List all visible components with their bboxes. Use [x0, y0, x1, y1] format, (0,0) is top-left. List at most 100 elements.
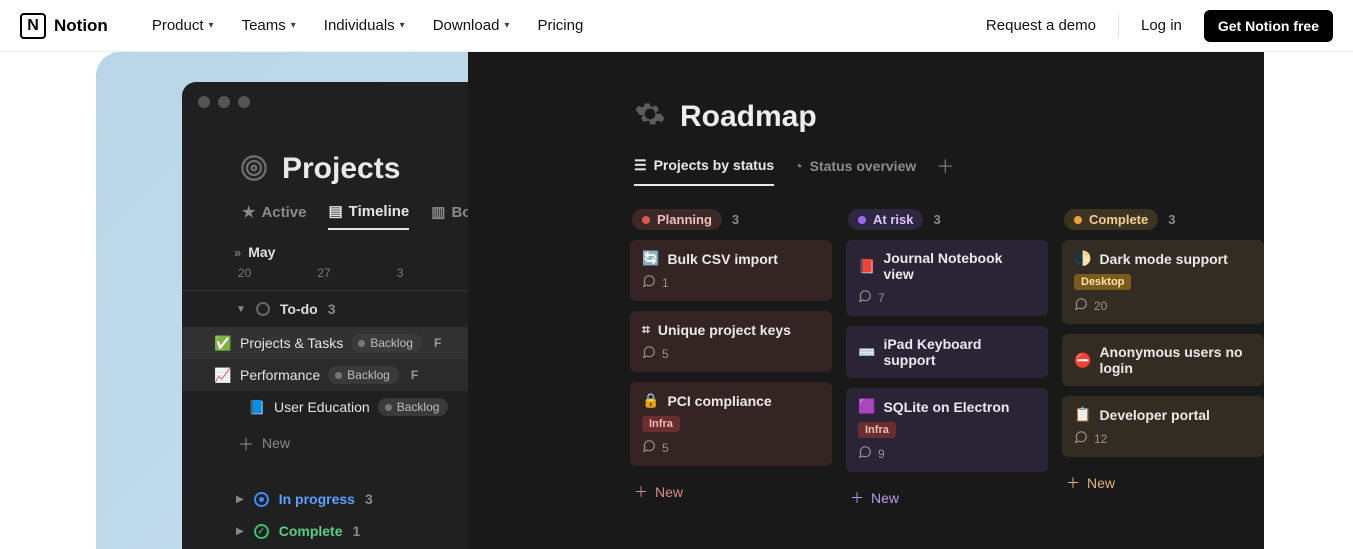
- comment-icon: [1074, 430, 1088, 447]
- notion-logo-icon: N: [20, 13, 46, 39]
- card[interactable]: 🟪 SQLite on Electron Infra 9: [846, 388, 1048, 472]
- card-title: Journal Notebook view: [883, 250, 1036, 282]
- nav-right: Request a demo Log in Get Notion free: [986, 10, 1333, 42]
- comment-count: 7: [858, 289, 1036, 306]
- tab-projects-by-status[interactable]: ☰ Projects by status: [634, 157, 774, 186]
- card[interactable]: 📕Journal Notebook view 7: [846, 240, 1048, 316]
- nav-individuals[interactable]: Individuals▾: [324, 17, 405, 34]
- comment-count: 12: [1074, 430, 1252, 447]
- comment-count: 1: [642, 274, 820, 291]
- add-card-button[interactable]: ＋New: [846, 482, 1048, 514]
- group-complete[interactable]: ▶ Complete 1: [182, 513, 468, 545]
- nav-pricing[interactable]: Pricing: [537, 17, 583, 34]
- comment-icon: [1074, 297, 1088, 314]
- projects-view-tabs: ★Active ▤Timeline ▥Board: [182, 196, 468, 230]
- comment-icon: [642, 439, 656, 456]
- chevron-down-icon: ▾: [209, 20, 214, 31]
- dot-icon: [385, 404, 392, 411]
- gear-icon: [634, 98, 666, 135]
- card[interactable]: 📋Developer portal 12: [1062, 396, 1264, 457]
- card-title: SQLite on Electron: [883, 399, 1009, 415]
- pie-chart-icon: ◔: [794, 158, 802, 174]
- nav-items: Product▾ Teams▾ Individuals▾ Download▾ P…: [152, 17, 583, 34]
- status-pill-at-risk[interactable]: At risk: [848, 209, 923, 230]
- comment-icon: [642, 345, 656, 362]
- comment-count: 5: [642, 345, 820, 362]
- roadmap-title: Roadmap: [680, 100, 817, 134]
- task-name: Performance: [240, 367, 320, 383]
- group-todo[interactable]: ▼ To-do 3: [182, 290, 468, 327]
- triangle-down-icon: ▼: [236, 304, 246, 315]
- tag-infra: Infra: [642, 416, 680, 432]
- card[interactable]: 🔒PCI compliance Infra 5: [630, 382, 832, 466]
- traffic-light-icon: [198, 96, 210, 108]
- tab-active[interactable]: ★Active: [242, 202, 306, 230]
- task-row[interactable]: 📘 User Education Backlog: [182, 391, 468, 423]
- dot-icon: [1074, 216, 1082, 224]
- no-entry-icon: ⛔: [1074, 352, 1091, 369]
- login-link[interactable]: Log in: [1141, 17, 1182, 34]
- task-row[interactable]: ✅ Projects & Tasks Backlog F: [182, 327, 468, 359]
- tag-infra: Infra: [858, 422, 896, 438]
- tab-timeline[interactable]: ▤Timeline: [328, 202, 409, 230]
- column-header: Complete 3: [1062, 209, 1264, 230]
- column-complete: Complete 3 🌓Dark mode support Desktop 20…: [1062, 209, 1264, 514]
- nav-teams[interactable]: Teams▾: [242, 17, 296, 34]
- timeline-month[interactable]: » May: [182, 230, 468, 262]
- hero-stage: Projects ★Active ▤Timeline ▥Board » May …: [96, 52, 1264, 549]
- get-notion-button[interactable]: Get Notion free: [1204, 10, 1333, 42]
- database-icon: 🟪: [858, 398, 875, 415]
- new-task-button[interactable]: ＋ New: [182, 423, 468, 463]
- tab-board[interactable]: ▥Board: [431, 202, 468, 230]
- roadmap-window: Roadmap ☰ Projects by status ◔ Status ov…: [468, 52, 1264, 549]
- date-label: 3: [397, 266, 404, 280]
- refresh-icon: 🔄: [642, 250, 659, 267]
- card[interactable]: ⌗Unique project keys 5: [630, 311, 832, 372]
- nav-product[interactable]: Product▾: [152, 17, 214, 34]
- group-in-progress[interactable]: ▶ In progress 3: [182, 481, 468, 513]
- projects-header: Projects: [182, 112, 468, 196]
- board-icon: ▥: [431, 203, 445, 221]
- card[interactable]: ⛔ Anonymous users no login: [1062, 334, 1264, 386]
- dot-icon: [335, 372, 342, 379]
- comment-count: 9: [858, 445, 1036, 462]
- double-chevron-icon: »: [234, 245, 238, 260]
- card[interactable]: ⌨️iPad Keyboard support: [846, 326, 1048, 378]
- brand-name: Notion: [54, 16, 108, 36]
- status-pill: Backlog: [351, 334, 422, 352]
- comment-icon: [858, 289, 872, 306]
- column-header: Planning 3: [630, 209, 832, 230]
- add-view-button[interactable]: ＋: [936, 153, 954, 189]
- assignee-letter: F: [411, 368, 418, 382]
- add-card-button[interactable]: ＋New: [630, 476, 832, 508]
- plus-icon: ＋: [634, 482, 648, 502]
- add-card-button[interactable]: ＋New: [1062, 467, 1264, 499]
- status-pill-complete[interactable]: Complete: [1064, 209, 1158, 230]
- divider: [1118, 15, 1119, 37]
- task-row[interactable]: 📈 Performance Backlog F: [182, 359, 468, 391]
- dot-icon: [858, 216, 866, 224]
- plus-icon: ＋: [850, 488, 864, 508]
- status-pill-planning[interactable]: Planning: [632, 209, 722, 230]
- status-complete-icon: [254, 524, 269, 539]
- card[interactable]: 🌓Dark mode support Desktop 20: [1062, 240, 1264, 324]
- card[interactable]: 🔄Bulk CSV import 1: [630, 240, 832, 301]
- card-title: Anonymous users no login: [1099, 344, 1252, 376]
- dot-icon: [642, 216, 650, 224]
- timeline-dates: 20 27 3: [182, 262, 468, 290]
- chevron-down-icon: ▾: [400, 20, 405, 31]
- status-progress-icon: [254, 492, 269, 507]
- comment-icon: [642, 274, 656, 291]
- comment-count: 20: [1074, 297, 1252, 314]
- status-circle-icon: [256, 302, 270, 316]
- date-label: 27: [317, 266, 330, 280]
- tab-status-overview[interactable]: ◔ Status overview: [794, 158, 916, 184]
- status-pill: Backlog: [378, 398, 449, 416]
- nav-download[interactable]: Download▾: [433, 17, 510, 34]
- hash-icon: ⌗: [642, 321, 650, 338]
- traffic-light-icon: [218, 96, 230, 108]
- plus-icon: ＋: [1066, 473, 1080, 493]
- chart-icon: 📈: [214, 367, 232, 384]
- brand-logo[interactable]: N Notion: [20, 13, 108, 39]
- request-demo-link[interactable]: Request a demo: [986, 17, 1096, 34]
